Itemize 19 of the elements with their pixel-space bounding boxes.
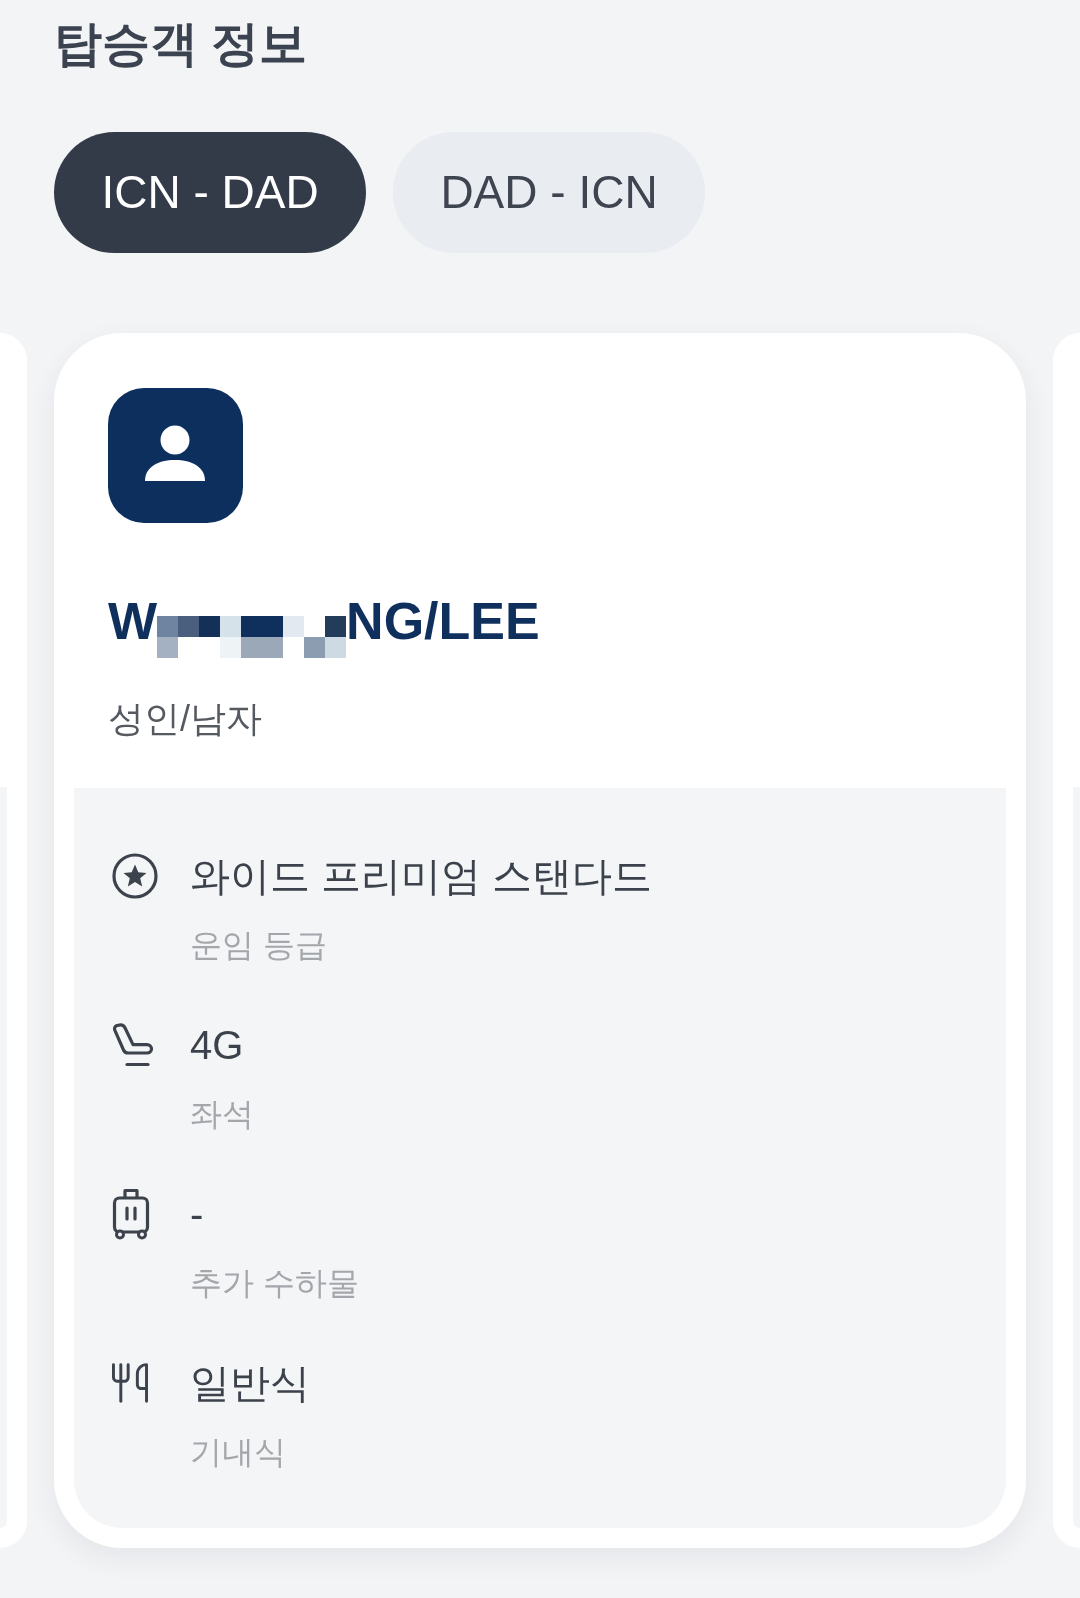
route-tab[interactable]: ICN - DAD: [54, 132, 366, 253]
detail-value: 4G: [190, 1022, 244, 1069]
detail-value: 일반식: [190, 1360, 310, 1407]
detail-value: 와이드 프리미엄 스탠다드: [190, 853, 653, 900]
detail-label: 좌석: [190, 1095, 254, 1134]
passenger-name: NG/LEE: [346, 591, 540, 652]
section-title: 탑승객 정보: [54, 16, 308, 72]
detail-label: 추가 수하물: [190, 1264, 359, 1303]
star-circle-icon: [112, 853, 158, 899]
name-initial: W: [108, 591, 158, 652]
detail-value: -: [190, 1191, 204, 1238]
fork-and-knife-icon: [112, 1360, 148, 1406]
passenger-type: 성인/남자: [108, 697, 262, 741]
detail-label: 기내식: [190, 1433, 286, 1472]
suitcase-icon: [112, 1188, 150, 1240]
seat-icon: [112, 1022, 154, 1068]
route-tab[interactable]: DAD - ICN: [393, 132, 705, 253]
detail-label: 운임 등급: [190, 926, 327, 965]
person-avatar-icon: [108, 388, 243, 523]
